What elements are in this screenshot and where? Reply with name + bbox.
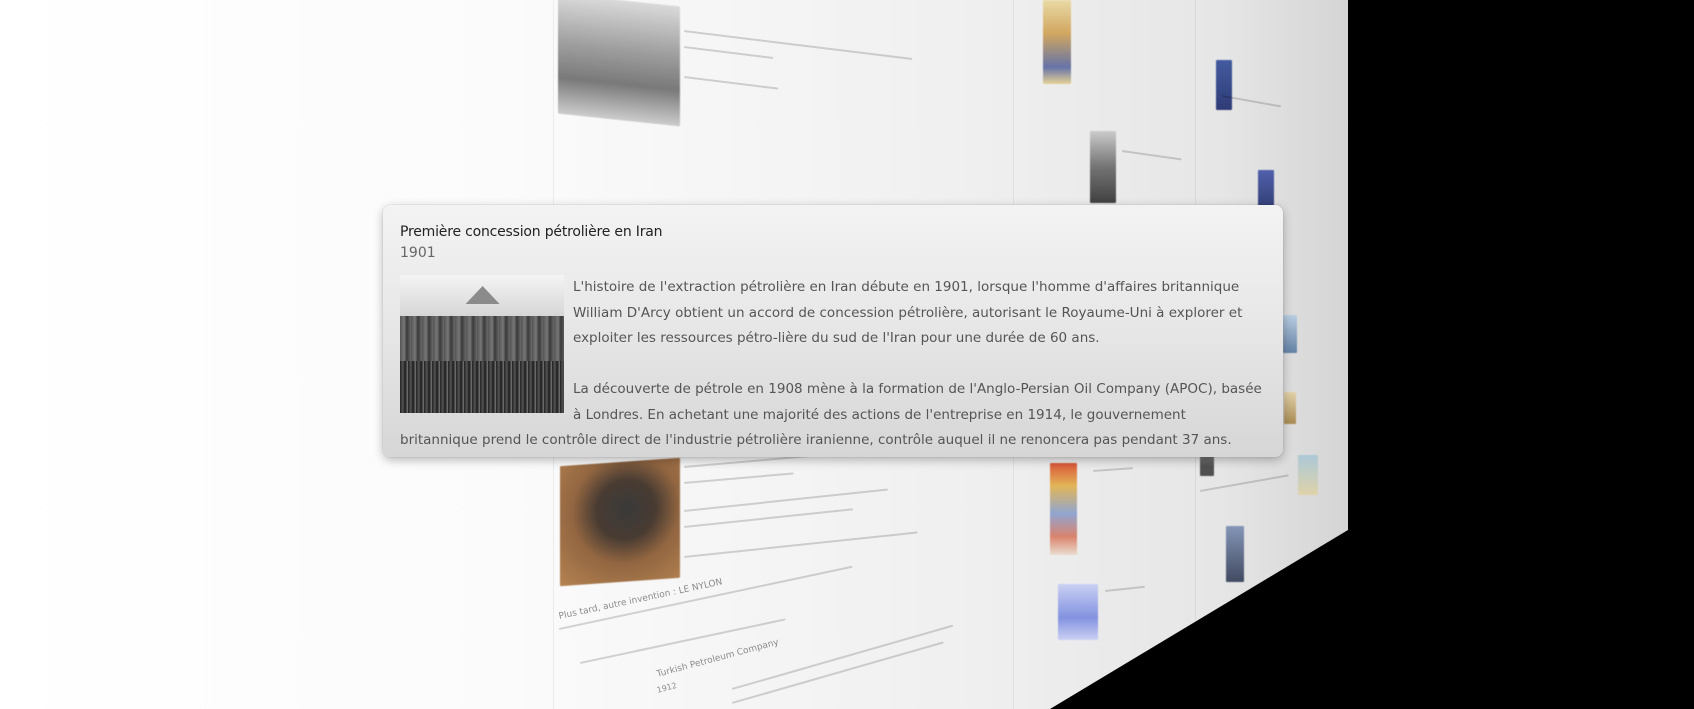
background-text-line: [683, 472, 794, 484]
blue-thumbnail[interactable]: [1216, 60, 1232, 110]
background-text-line: [1199, 474, 1289, 492]
event-popup-card[interactable]: Première concession pétrolière en Iran 1…: [383, 205, 1283, 457]
photo-thumbnail[interactable]: [1226, 526, 1244, 582]
photo-thumbnail[interactable]: [1284, 392, 1296, 424]
background-text-line: [683, 488, 888, 512]
background-text-line: [1092, 467, 1133, 472]
background-text-line: [683, 30, 913, 61]
historic-photo-icon[interactable]: [400, 275, 564, 413]
telephone-photo-thumbnail[interactable]: [560, 457, 680, 587]
map-thumbnail[interactable]: [1298, 455, 1318, 495]
background-text-line: [683, 46, 774, 59]
event-date: 1901: [400, 245, 436, 261]
background-text-line: [1104, 585, 1145, 592]
station-photo-thumbnail[interactable]: [558, 0, 680, 127]
magazine-cover-thumbnail[interactable]: [1050, 463, 1077, 555]
background-text-line: [683, 76, 779, 90]
event-description: L'histoire de l'extraction pétrolière en…: [400, 275, 1266, 454]
turkish-year: 1912: [655, 680, 678, 695]
background-text-line: [683, 531, 918, 558]
background-text-line: [579, 618, 786, 664]
event-title: Première concession pétrolière en Iran: [400, 224, 663, 240]
background-text-line: [1121, 150, 1182, 161]
poster-thumbnail[interactable]: [1043, 0, 1071, 84]
background-text-line: [683, 508, 854, 528]
blue-thumbnail[interactable]: [1258, 170, 1274, 210]
background-text-line: [731, 624, 954, 690]
portrait-thumbnail[interactable]: [1090, 131, 1116, 203]
chart-thumbnail[interactable]: [1058, 584, 1098, 640]
photo-thumbnail[interactable]: [1283, 315, 1297, 353]
